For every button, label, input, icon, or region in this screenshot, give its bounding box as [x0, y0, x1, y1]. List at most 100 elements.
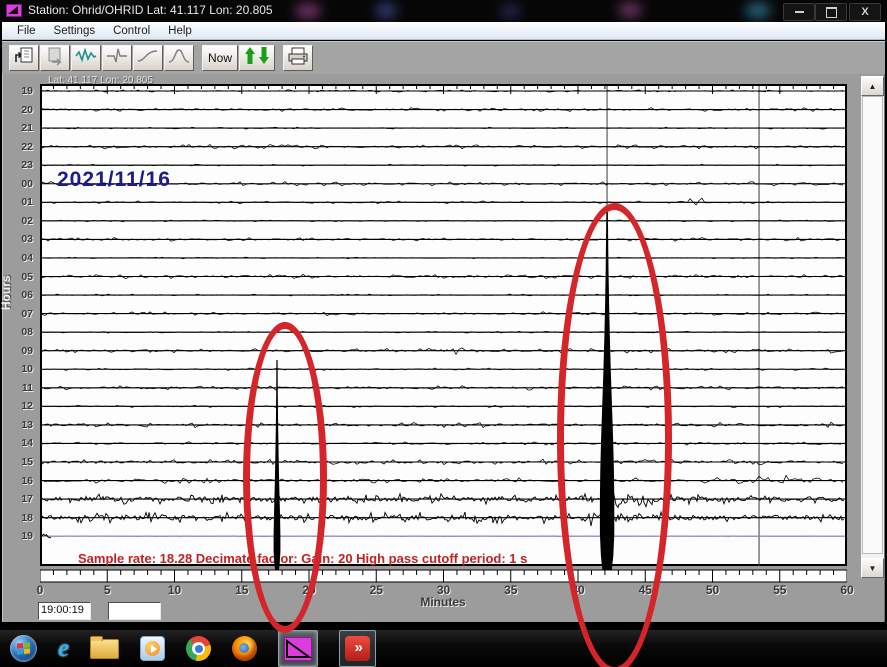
hour-label-3: 22: [21, 141, 33, 153]
export-page-icon: [44, 46, 66, 71]
close-button[interactable]: X: [849, 3, 881, 21]
up-down-arrows-icon: [243, 45, 271, 72]
taskbar: e»: [0, 630, 887, 667]
close-icon: X: [861, 7, 868, 18]
up-arrow-icon: ▲: [869, 82, 877, 91]
filter-ramp-button: [133, 45, 163, 71]
maximize-icon: [826, 7, 837, 18]
export-button: [40, 45, 70, 71]
hours-axis-title: Hours: [0, 275, 13, 310]
blank-field[interactable]: [108, 602, 161, 620]
spike-trace-icon: [105, 46, 129, 71]
minute-label-60: 60: [840, 583, 853, 597]
hour-label-24: 19: [21, 530, 33, 542]
now-button-label: Now: [208, 51, 232, 65]
open-button[interactable]: [9, 45, 39, 71]
hour-label-19: 14: [21, 437, 33, 449]
menu-control[interactable]: Control: [104, 25, 159, 37]
print-button[interactable]: [283, 45, 313, 71]
taskbar-seismograph-app-button[interactable]: [278, 630, 318, 667]
bell-curve-button: [164, 45, 194, 71]
hour-label-12: 07: [21, 308, 33, 320]
waveform-button[interactable]: [71, 45, 101, 71]
minimize-icon: [795, 11, 804, 13]
photo-glare: [375, 3, 397, 18]
menu-help[interactable]: Help: [159, 25, 201, 37]
scroll-up-down-button[interactable]: [239, 45, 275, 71]
photo-glare: [618, 3, 642, 17]
hour-label-21: 16: [21, 475, 33, 487]
hour-label-9: 04: [21, 252, 33, 264]
minute-label-0: 0: [37, 583, 44, 597]
bell-curve-icon: [167, 46, 191, 71]
scroll-up-button[interactable]: ▲: [861, 76, 884, 96]
down-arrow-icon: ▼: [869, 564, 877, 573]
hour-label-5: 00: [21, 178, 33, 190]
seismograph-app-icon: [284, 637, 312, 661]
chrome-icon: [186, 636, 211, 661]
minute-label-10: 10: [168, 583, 181, 597]
minute-label-50: 50: [706, 583, 719, 597]
window-bottom-edge: [0, 622, 887, 630]
printer-icon: [286, 46, 310, 71]
vertical-scrollbar[interactable]: ▲ ▼: [861, 76, 884, 578]
minute-label-25: 25: [370, 583, 383, 597]
taskbar-media-player-button[interactable]: [140, 636, 165, 661]
hour-label-20: 15: [21, 456, 33, 468]
hour-label-0: 19: [21, 85, 33, 97]
title-bar[interactable]: Station: Ohrid/OHRID Lat: 41.117 Lon: 20…: [0, 0, 887, 22]
minute-label-35: 35: [504, 583, 517, 597]
hour-label-2: 21: [21, 122, 33, 134]
minutes-axis-title: Minutes: [420, 595, 465, 609]
small-event-circle: [243, 322, 327, 633]
hour-label-16: 11: [22, 382, 33, 394]
scrollbar-thumb[interactable]: [862, 96, 883, 554]
hour-label-17: 12: [21, 400, 33, 412]
minimize-button[interactable]: [783, 3, 815, 21]
now-button[interactable]: Now: [202, 45, 238, 71]
minute-label-15: 15: [235, 583, 248, 597]
window-title: Station: Ohrid/OHRID Lat: 41.117 Lon: 20…: [28, 3, 273, 17]
hour-label-11: 06: [21, 289, 33, 301]
time-field[interactable]: 19:00:19: [38, 602, 91, 620]
taskbar-explorer-button[interactable]: [90, 639, 119, 659]
menu-bar: FileSettingsControlHelp: [2, 22, 885, 40]
taskbar-chrome-button[interactable]: [186, 636, 211, 661]
hour-label-15: 10: [21, 363, 33, 375]
helicorder-svg: Sample rate: 18.28 Decimate factor: Gain…: [40, 84, 847, 584]
helicorder-plot: Sample rate: 18.28 Decimate factor: Gain…: [40, 84, 847, 584]
hour-label-8: 03: [21, 233, 33, 245]
taskbar-firefox-button[interactable]: [232, 636, 257, 661]
photo-glare: [500, 5, 520, 17]
remote-app-icon: »: [345, 636, 370, 661]
hour-label-22: 17: [21, 493, 33, 505]
hour-label-4: 23: [21, 159, 33, 171]
windows-start-icon: [10, 635, 37, 662]
taskbar-remote-app-button[interactable]: »: [339, 630, 376, 667]
photo-glare: [745, 3, 771, 18]
firefox-icon: [232, 636, 257, 661]
date-label: 2021/11/16: [57, 168, 171, 192]
desktop-screen: Station: Ohrid/OHRID Lat: 41.117 Lon: 20…: [0, 0, 887, 667]
minute-label-55: 55: [773, 583, 786, 597]
folder-icon: [90, 639, 119, 659]
maximize-button[interactable]: [815, 3, 847, 21]
internet-explorer-icon: e: [58, 643, 69, 660]
spike-trace-button: [102, 45, 132, 71]
app-icon: [6, 4, 22, 17]
hour-label-14: 09: [21, 345, 33, 357]
waveform-icon: [74, 46, 98, 71]
filter-ramp-icon: [136, 46, 160, 71]
scroll-down-button[interactable]: ▼: [861, 558, 884, 578]
hours-axis: 1920212223000102030405060708091011121314…: [0, 84, 37, 554]
menu-file[interactable]: File: [8, 25, 45, 37]
media-player-icon: [140, 636, 165, 661]
large-event-circle: [557, 203, 672, 667]
open-file-icon: [13, 46, 35, 71]
hour-label-1: 20: [21, 104, 33, 116]
taskbar-internet-explorer-button[interactable]: e: [58, 635, 69, 662]
start-button[interactable]: [10, 635, 37, 662]
menu-settings[interactable]: Settings: [45, 25, 105, 37]
toolbar: Now: [2, 41, 885, 74]
hour-label-10: 05: [21, 271, 33, 283]
